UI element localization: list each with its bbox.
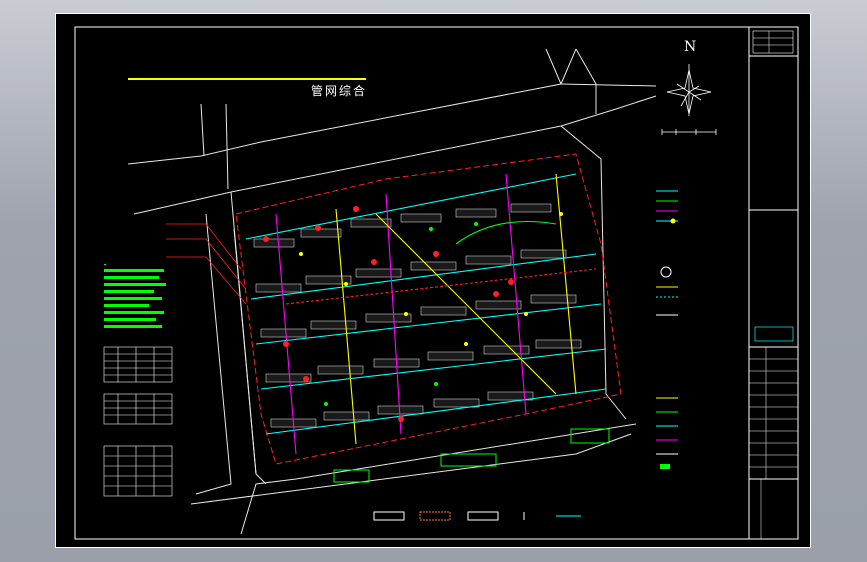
callout-labels <box>166 223 247 305</box>
drawing-sheet: 管网综合 N <box>55 13 811 548</box>
compass-rose-icon <box>666 64 712 116</box>
left-notes <box>104 264 166 328</box>
north-arrow-icon: N <box>684 39 697 55</box>
scale-bar <box>661 129 717 135</box>
drawing-canvas <box>74 26 799 540</box>
drawing-title: 管网综合 <box>311 84 368 98</box>
cad-viewport[interactable]: 管网综合 N <box>0 0 867 562</box>
inner-frame <box>74 26 799 540</box>
bottom-legend <box>373 511 581 521</box>
title-block <box>748 27 799 540</box>
pipe-legend <box>656 190 678 469</box>
left-tables <box>103 346 173 497</box>
buildings <box>253 203 582 428</box>
